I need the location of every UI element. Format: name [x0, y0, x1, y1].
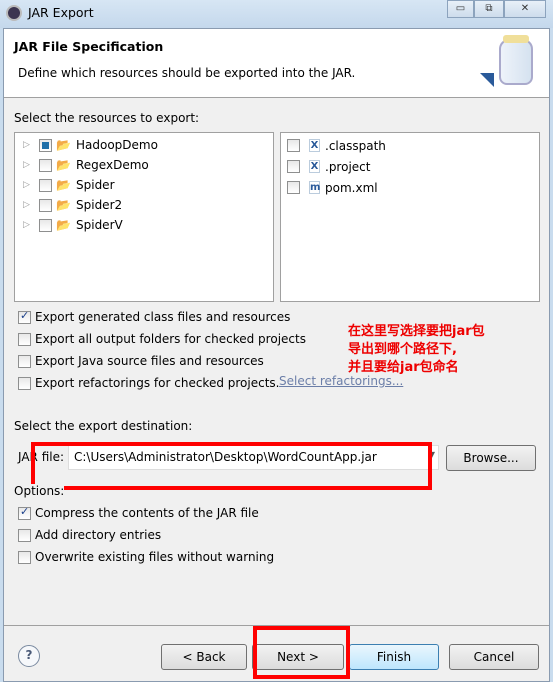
project-folder-icon: 📂 — [56, 158, 71, 172]
project-checkbox[interactable] — [39, 178, 52, 192]
project-checkbox[interactable] — [39, 218, 52, 232]
back-button[interactable]: < Back — [161, 644, 247, 670]
file-name: pom.xml — [325, 180, 378, 195]
checkbox-option[interactable]: Export refactorings for checked projects… — [18, 372, 306, 394]
window-title: JAR Export — [28, 5, 94, 20]
option-label: Compress the contents of the JAR file — [35, 506, 259, 520]
export-options: Export generated class files and resourc… — [18, 306, 306, 394]
page-title: JAR File Specification — [14, 39, 164, 54]
project-tree[interactable]: ▷ 📂 HadoopDemo ▷ 📂 RegexDemo ▷ 📂 Spider ▷ 📂 Spider2… — [14, 132, 274, 302]
tree-item[interactable]: ▷ 📂 Spider — [15, 175, 273, 195]
option-label: Overwrite existing files without warning — [35, 550, 275, 564]
tree-item[interactable]: ▷ 📂 Spider2 — [15, 195, 273, 215]
option-checkbox[interactable] — [18, 550, 31, 564]
checkbox-option[interactable]: Export Java source files and resources — [18, 350, 306, 372]
resources-label: Select the resources to export: — [14, 111, 200, 125]
project-checkbox[interactable] — [39, 138, 52, 152]
export-arrow-icon — [480, 73, 494, 87]
title-bar: JAR Export ▭ ⧉ ✕ — [0, 0, 553, 28]
jar-lid-icon — [503, 35, 529, 43]
highlight-box — [253, 626, 350, 679]
expand-icon[interactable]: ▷ — [23, 140, 33, 150]
tree-item[interactable]: ▷ 📂 HadoopDemo — [15, 135, 273, 155]
project-name: SpiderV — [76, 218, 123, 232]
list-item[interactable]: m pom.xml — [287, 177, 539, 198]
browse-button[interactable]: Browse... — [446, 445, 536, 471]
destination-label: Select the export destination: — [14, 419, 193, 433]
project-checkbox[interactable] — [39, 158, 52, 172]
file-checkbox[interactable] — [287, 160, 300, 173]
cancel-button[interactable]: Cancel — [449, 644, 539, 670]
jar-icon — [499, 39, 533, 85]
project-name: Spider — [76, 178, 115, 192]
checkbox-option[interactable]: Add directory entries — [18, 524, 274, 546]
option-checkbox[interactable] — [18, 528, 31, 542]
tree-item[interactable]: ▷ 📂 RegexDemo — [15, 155, 273, 175]
file-checkbox[interactable] — [287, 181, 300, 194]
option-label: Export generated class files and resourc… — [35, 310, 291, 324]
expand-icon[interactable]: ▷ — [23, 220, 33, 230]
option-checkbox[interactable] — [18, 505, 31, 520]
file-list[interactable]: X .classpath X .project m pom.xml — [280, 132, 540, 302]
list-item[interactable]: X .classpath — [287, 135, 539, 156]
checkbox-option[interactable]: Export all output folders for checked pr… — [18, 328, 306, 350]
option-checkbox[interactable] — [18, 332, 31, 346]
checkbox-option[interactable]: Compress the contents of the JAR file — [18, 502, 274, 524]
file-icon: X — [309, 139, 320, 152]
option-label: Export refactorings for checked projects… — [35, 376, 280, 390]
project-folder-icon: 📂 — [56, 218, 71, 232]
option-checkbox[interactable] — [18, 354, 31, 368]
dialog-body: JAR File Specification Define which reso… — [3, 28, 550, 682]
file-icon: X — [309, 160, 320, 173]
annotation-line: 导出到哪个路径下, — [348, 342, 457, 357]
option-checkbox[interactable] — [18, 309, 31, 324]
option-label: Export all output folders for checked pr… — [35, 332, 306, 346]
options-list: Compress the contents of the JAR file Add… — [18, 502, 274, 568]
project-folder-icon: 📂 — [56, 178, 71, 192]
tree-item[interactable]: ▷ 📂 SpiderV — [15, 215, 273, 235]
finish-button[interactable]: Finish — [349, 644, 439, 670]
option-label: Export Java source files and resources — [35, 354, 264, 368]
options-label: Options: — [14, 484, 65, 498]
project-name: Spider2 — [76, 198, 123, 212]
project-name: RegexDemo — [76, 158, 149, 172]
option-label: Add directory entries — [35, 528, 162, 542]
annotation-line: 并且要给jar包命名 — [348, 360, 459, 375]
file-name: .classpath — [325, 138, 386, 153]
close-button[interactable]: ✕ — [504, 0, 546, 18]
checkbox-option[interactable]: Export generated class files and resourc… — [18, 306, 306, 328]
highlight-box — [31, 442, 432, 490]
checkbox-option[interactable]: Overwrite existing files without warning — [18, 546, 274, 568]
help-icon[interactable]: ? — [18, 645, 40, 667]
file-checkbox[interactable] — [287, 139, 300, 152]
annotation-line: 在这里写选择要把jar包 — [348, 324, 485, 339]
annotation-text: 在这里写选择要把jar包 导出到哪个路径下, 并且要给jar包命名 — [348, 323, 485, 377]
wizard-header: JAR File Specification Define which reso… — [4, 29, 549, 98]
option-checkbox[interactable] — [18, 376, 31, 390]
project-checkbox[interactable] — [39, 198, 52, 212]
eclipse-icon — [6, 5, 22, 21]
project-folder-icon: 📂 — [56, 138, 71, 152]
page-description: Define which resources should be exporte… — [18, 66, 356, 80]
maximize-button[interactable]: ⧉ — [474, 0, 504, 18]
minimize-button[interactable]: ▭ — [447, 0, 474, 18]
project-name: HadoopDemo — [76, 138, 158, 152]
list-item[interactable]: X .project — [287, 156, 539, 177]
file-name: .project — [325, 159, 371, 174]
expand-icon[interactable]: ▷ — [23, 200, 33, 210]
file-icon: m — [309, 181, 321, 194]
expand-icon[interactable]: ▷ — [23, 180, 33, 190]
project-folder-icon: 📂 — [56, 198, 71, 212]
expand-icon[interactable]: ▷ — [23, 160, 33, 170]
